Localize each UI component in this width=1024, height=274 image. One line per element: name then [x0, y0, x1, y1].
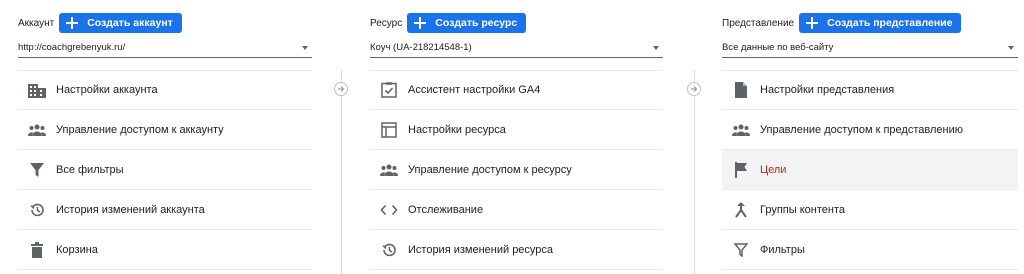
plus-icon — [66, 17, 79, 29]
menu-item-label: История изменений аккаунта — [56, 203, 205, 216]
menu-item-label: История изменений ресурса — [408, 243, 554, 256]
menu-item-label: Корзина — [56, 243, 98, 256]
property-selector[interactable]: Коуч (UA-218214548-1) — [370, 38, 663, 58]
arrow-right-icon — [687, 82, 701, 96]
create-account-button[interactable]: Создать аккаунт — [59, 13, 182, 33]
view-menu: Настройки представления Управление досту… — [722, 70, 1018, 270]
property-selector-value: Коуч (UA-218214548-1) — [370, 42, 472, 53]
property-column: Ресурс Создать ресурс Коуч (UA-218214548… — [370, 0, 663, 274]
merge-icon — [732, 201, 750, 219]
property-column-title: Ресурс — [370, 17, 403, 29]
account-column: Аккаунт Создать аккаунт http://coachgreb… — [18, 0, 312, 274]
dropdown-caret-icon — [653, 45, 659, 50]
create-account-label: Создать аккаунт — [87, 17, 173, 29]
account-menu: Настройки аккаунта Управление доступом к… — [18, 70, 312, 270]
checkbox-icon — [380, 81, 398, 99]
people-icon — [28, 121, 46, 139]
plus-icon — [806, 17, 819, 29]
menu-item-label: Настройки аккаунта — [56, 84, 158, 96]
menu-item-label: Фильтры — [760, 243, 805, 256]
people-icon — [380, 161, 398, 179]
menu-item-label: Все фильтры — [56, 163, 124, 176]
account-header: Аккаунт Создать аккаунт — [18, 13, 182, 33]
menu-item-label: Отслеживание — [408, 203, 484, 216]
create-property-label: Создать ресурс — [435, 17, 518, 29]
view-header: Представление Создать представление — [722, 13, 962, 33]
menu-item-trash[interactable]: Корзина — [18, 230, 312, 270]
menu-item-content-groups[interactable]: Группы контента — [722, 190, 1018, 230]
menu-item-all-filters[interactable]: Все фильтры — [18, 150, 312, 190]
menu-item-view-access[interactable]: Управление доступом к представлению — [722, 110, 1018, 150]
menu-item-label: Настройки представления — [760, 84, 895, 96]
document-icon — [732, 81, 750, 99]
menu-item-property-settings[interactable]: Настройки ресурса — [370, 110, 663, 150]
view-selector-value: Все данные по веб-сайту — [722, 42, 834, 53]
dropdown-caret-icon — [1008, 45, 1014, 50]
view-selector[interactable]: Все данные по веб-сайту — [722, 38, 1018, 58]
menu-item-label: Цели — [760, 163, 787, 176]
property-header: Ресурс Создать ресурс — [370, 13, 527, 33]
layout-icon — [380, 121, 398, 139]
account-selector[interactable]: http://coachgrebenyuk.ru/ — [18, 38, 312, 58]
menu-item-label: Управление доступом к аккаунту — [56, 123, 224, 136]
people-icon — [732, 121, 750, 139]
property-menu: Ассистент настройки GA4 Настройки ресурс… — [370, 70, 663, 270]
create-view-button[interactable]: Создать представление — [799, 13, 962, 33]
account-selector-value: http://coachgrebenyuk.ru/ — [18, 42, 126, 53]
menu-item-view-settings[interactable]: Настройки представления — [722, 70, 1018, 110]
menu-item-label: Настройки ресурса — [408, 123, 506, 136]
menu-item-account-history[interactable]: История изменений аккаунта — [18, 190, 312, 230]
history-icon — [28, 201, 46, 219]
menu-item-label: Управление доступом к представлению — [760, 123, 963, 136]
menu-item-tracking[interactable]: Отслеживание — [370, 190, 663, 230]
menu-item-label: Группы контента — [760, 203, 845, 216]
trash-icon — [28, 241, 46, 259]
arrow-right-icon — [334, 82, 348, 96]
menu-item-label: Ассистент настройки GA4 — [408, 84, 541, 96]
account-column-title: Аккаунт — [18, 17, 55, 29]
flag-icon — [732, 161, 750, 179]
filter-icon — [732, 241, 750, 259]
filter-icon — [28, 161, 46, 179]
building-icon — [28, 81, 46, 99]
code-icon — [380, 201, 398, 219]
menu-item-account-settings[interactable]: Настройки аккаунта — [18, 70, 312, 110]
menu-item-ga4-setup-assistant[interactable]: Ассистент настройки GA4 — [370, 70, 663, 110]
plus-icon — [414, 17, 427, 29]
menu-item-goals[interactable]: Цели — [722, 150, 1018, 190]
dropdown-caret-icon — [302, 45, 308, 50]
create-view-label: Создать представление — [827, 17, 953, 29]
menu-item-label: Управление доступом к ресурсу — [408, 163, 572, 176]
column-divider — [694, 70, 695, 274]
view-column: Представление Создать представление Все … — [722, 0, 1018, 274]
menu-item-account-access[interactable]: Управление доступом к аккаунту — [18, 110, 312, 150]
history-icon — [380, 241, 398, 259]
view-column-title: Представление — [722, 17, 795, 29]
menu-item-filters[interactable]: Фильтры — [722, 230, 1018, 270]
menu-item-property-history[interactable]: История изменений ресурса — [370, 230, 663, 270]
column-divider — [341, 70, 342, 274]
create-property-button[interactable]: Создать ресурс — [407, 13, 527, 33]
menu-item-property-access[interactable]: Управление доступом к ресурсу — [370, 150, 663, 190]
